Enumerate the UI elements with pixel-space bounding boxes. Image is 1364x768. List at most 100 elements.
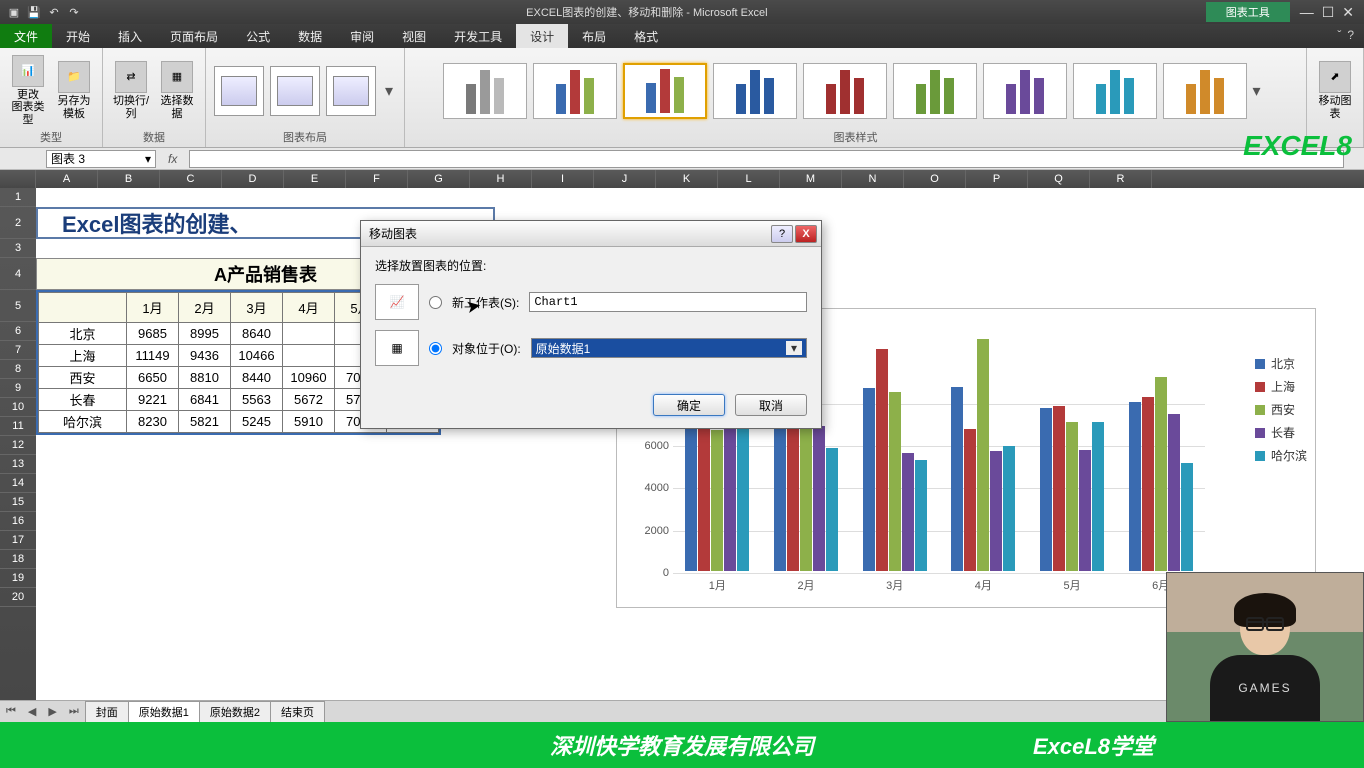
row-header[interactable]: 10 (0, 398, 36, 417)
row-header[interactable]: 9 (0, 379, 36, 398)
tab-insert[interactable]: 插入 (104, 24, 156, 48)
move-chart-button[interactable]: ⬈移动图表 (1315, 61, 1355, 119)
sheet-nav-first-icon[interactable]: ⏮ (0, 705, 22, 718)
col-header[interactable]: I (532, 170, 594, 188)
switch-row-col-button[interactable]: ⇄切换行/列 (111, 61, 151, 119)
maximize-icon[interactable]: ☐ (1322, 4, 1335, 21)
row-header[interactable]: 19 (0, 569, 36, 588)
chart-style-9[interactable] (1163, 63, 1247, 119)
sheet-nav-last-icon[interactable]: ⏭ (63, 705, 85, 718)
col-header[interactable]: A (36, 170, 98, 188)
chart-layout-1[interactable] (214, 66, 264, 116)
col-header[interactable]: R (1090, 170, 1152, 188)
tab-design[interactable]: 设计 (516, 24, 568, 48)
row-header[interactable]: 5 (0, 290, 36, 322)
tab-view[interactable]: 视图 (388, 24, 440, 48)
tab-developer[interactable]: 开发工具 (440, 24, 516, 48)
formula-input[interactable] (189, 150, 1344, 168)
row-header[interactable]: 13 (0, 455, 36, 474)
row-header[interactable]: 4 (0, 258, 36, 290)
close-icon[interactable]: ✕ (1342, 4, 1354, 21)
row-header[interactable]: 2 (0, 207, 36, 239)
radio-new-sheet[interactable] (429, 296, 442, 309)
chevron-down-icon[interactable]: ▾ (145, 152, 151, 166)
tab-page-layout[interactable]: 页面布局 (156, 24, 232, 48)
chart-style-6[interactable] (893, 63, 977, 119)
row-header[interactable]: 1 (0, 188, 36, 207)
col-header[interactable]: M (780, 170, 842, 188)
col-header[interactable]: B (98, 170, 160, 188)
fx-icon[interactable]: fx (168, 152, 177, 166)
redo-icon[interactable]: ↷ (66, 4, 82, 20)
sheet-tab-end[interactable]: 结束页 (270, 701, 325, 722)
name-box[interactable]: 图表 3▾ (46, 150, 156, 168)
tab-format[interactable]: 格式 (620, 24, 672, 48)
row-header[interactable]: 16 (0, 512, 36, 531)
row-header[interactable]: 17 (0, 531, 36, 550)
col-header[interactable]: N (842, 170, 904, 188)
col-header[interactable]: P (966, 170, 1028, 188)
tab-home[interactable]: 开始 (52, 24, 104, 48)
row-header[interactable]: 11 (0, 417, 36, 436)
sheet-nav-prev-icon[interactable]: ◀ (22, 705, 42, 718)
chart-layout-2[interactable] (270, 66, 320, 116)
minimize-icon[interactable]: — (1300, 4, 1314, 21)
select-all[interactable] (0, 170, 36, 188)
dialog-help-icon[interactable]: ? (771, 225, 793, 243)
dialog-close-icon[interactable]: X (795, 225, 817, 243)
row-header[interactable]: 12 (0, 436, 36, 455)
col-header[interactable]: F (346, 170, 408, 188)
layout-more-icon[interactable]: ▾ (382, 81, 396, 101)
sheet-tab-cover[interactable]: 封面 (85, 701, 129, 722)
sheet-nav-next-icon[interactable]: ▶ (42, 705, 62, 718)
col-header[interactable]: H (470, 170, 532, 188)
col-header[interactable]: L (718, 170, 780, 188)
ribbon-min-icon[interactable]: ˇ (1337, 28, 1341, 44)
tab-data[interactable]: 数据 (284, 24, 336, 48)
row-header[interactable]: 7 (0, 341, 36, 360)
col-header[interactable]: E (284, 170, 346, 188)
col-header[interactable]: G (408, 170, 470, 188)
row-header[interactable]: 8 (0, 360, 36, 379)
row-header[interactable]: 20 (0, 588, 36, 607)
chart-style-7[interactable] (983, 63, 1067, 119)
chart-layout-3[interactable] (326, 66, 376, 116)
row-header[interactable]: 3 (0, 239, 36, 258)
chart-style-1[interactable] (443, 63, 527, 119)
help-icon[interactable]: ? (1347, 28, 1354, 44)
save-icon[interactable]: 💾 (26, 4, 42, 20)
chart-style-2[interactable] (533, 63, 617, 119)
chart-style-3[interactable] (623, 63, 707, 119)
cancel-button[interactable]: 取消 (735, 394, 807, 416)
tab-review[interactable]: 审阅 (336, 24, 388, 48)
undo-icon[interactable]: ↶ (46, 4, 62, 20)
col-header[interactable]: D (222, 170, 284, 188)
change-chart-type-button[interactable]: 📊更改 图表类型 (8, 55, 48, 125)
combo-object-sheet[interactable]: 原始数据1▾ (531, 338, 807, 358)
move-chart-icon: ⬈ (1319, 61, 1351, 93)
sheet-tab-data2[interactable]: 原始数据2 (199, 701, 271, 722)
chevron-down-icon[interactable]: ▾ (786, 341, 802, 355)
radio-object-in[interactable] (429, 342, 442, 355)
col-header[interactable]: J (594, 170, 656, 188)
col-header[interactable]: Q (1028, 170, 1090, 188)
chart-style-8[interactable] (1073, 63, 1157, 119)
chart-style-5[interactable] (803, 63, 887, 119)
row-header[interactable]: 15 (0, 493, 36, 512)
select-data-button[interactable]: ▦选择数据 (157, 61, 197, 119)
col-header[interactable]: O (904, 170, 966, 188)
sheet-tab-data1[interactable]: 原始数据1 (128, 701, 200, 722)
tab-formula[interactable]: 公式 (232, 24, 284, 48)
ok-button[interactable]: 确定 (653, 394, 725, 416)
tab-chart-layout[interactable]: 布局 (568, 24, 620, 48)
tab-file[interactable]: 文件 (0, 24, 52, 48)
col-header[interactable]: K (656, 170, 718, 188)
chart-style-4[interactable] (713, 63, 797, 119)
col-header[interactable]: C (160, 170, 222, 188)
row-header[interactable]: 14 (0, 474, 36, 493)
styles-more-icon[interactable]: ▾ (1253, 81, 1269, 101)
row-header[interactable]: 6 (0, 322, 36, 341)
input-new-sheet-name[interactable] (529, 292, 807, 312)
row-header[interactable]: 18 (0, 550, 36, 569)
save-template-button[interactable]: 📁另存为 模板 (54, 61, 94, 119)
